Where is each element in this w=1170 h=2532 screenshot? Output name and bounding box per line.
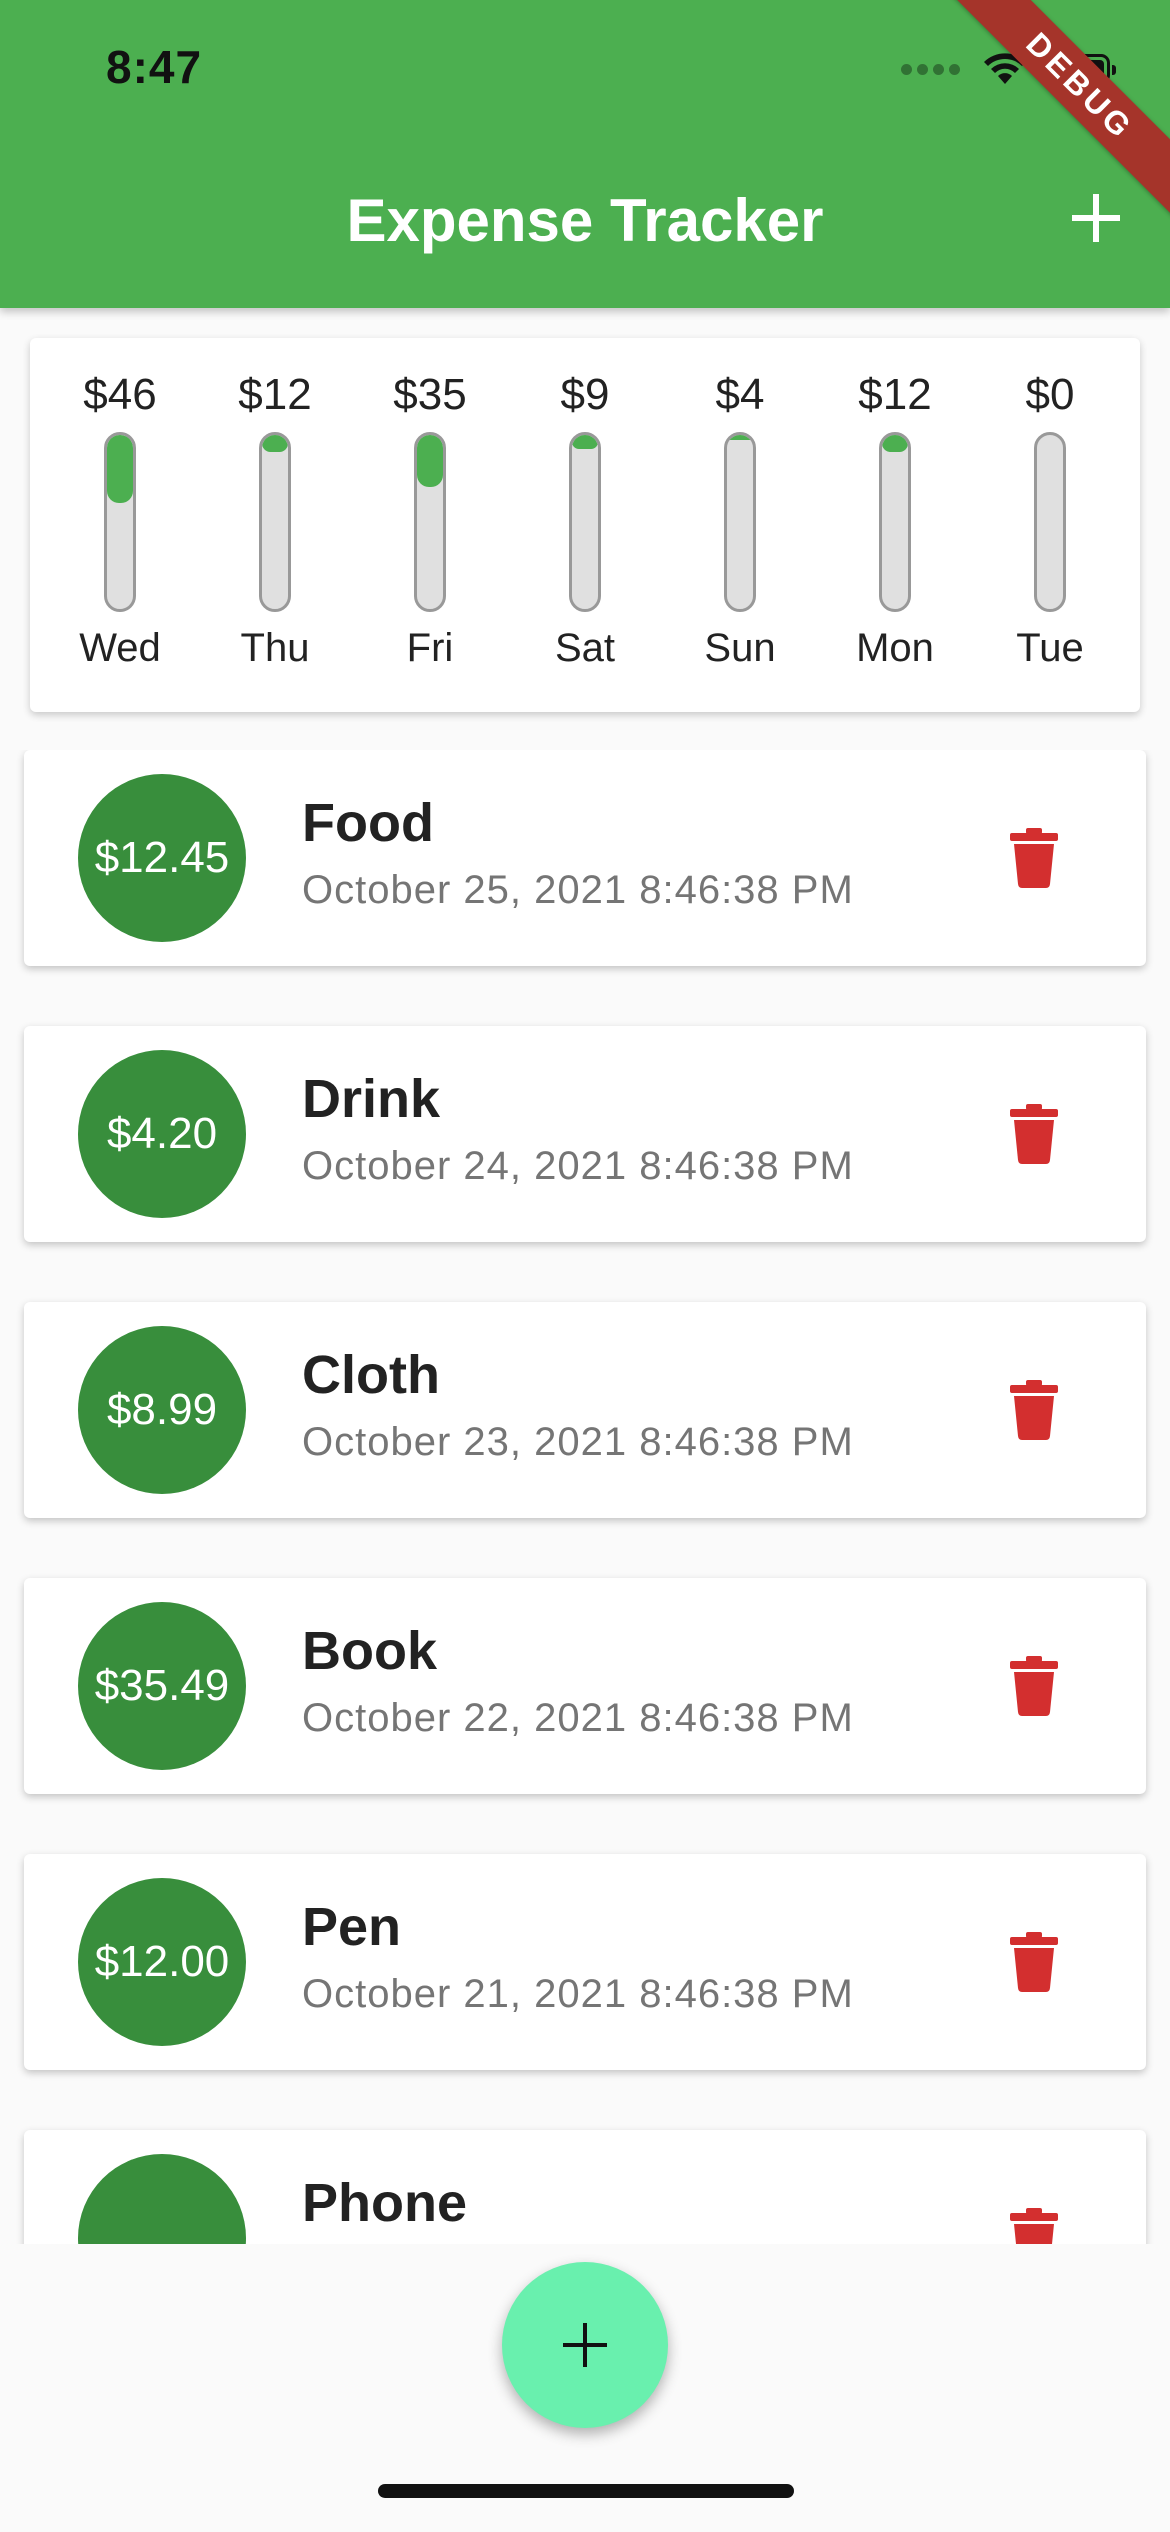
bar-amount: $4	[715, 370, 765, 419]
bar-fill	[107, 435, 133, 503]
amount-avatar: $4.20	[78, 1050, 246, 1218]
bar-track	[1034, 432, 1066, 612]
chart-bar-sun: $4 Sun	[680, 368, 800, 682]
bar-amount: $9	[560, 370, 610, 419]
amount-avatar: $12.00	[78, 1878, 246, 2046]
transaction-date: October 21, 2021 8:46:38 PM	[302, 1972, 854, 2016]
bar-day-label: Tue	[1016, 626, 1084, 670]
transaction-title: Phone	[302, 2173, 468, 2233]
delete-icon[interactable]	[1010, 1380, 1058, 1440]
transaction-list[interactable]: $12.45 Food October 25, 2021 8:46:38 PM $4.…	[0, 750, 1170, 2244]
bar-day-label: Sat	[554, 626, 616, 670]
transaction-card[interactable]: Phone	[24, 2130, 1146, 2244]
bar-track	[104, 432, 136, 612]
bar-fill	[262, 435, 288, 453]
chart-bar-fri: $35 Fri	[370, 368, 490, 682]
bar-day-label: Mon	[856, 626, 934, 670]
transaction-date: October 24, 2021 8:46:38 PM	[302, 1144, 854, 1188]
app-bar: 8:47 Expense Tracker DEBUG	[0, 0, 1170, 308]
delete-icon[interactable]	[1010, 1656, 1058, 1716]
bar-track	[724, 432, 756, 612]
bar-track	[879, 432, 911, 612]
amount-avatar	[78, 2154, 246, 2244]
amount-avatar: $8.99	[78, 1326, 246, 1494]
chart-bar-sat: $9 Sat	[525, 368, 645, 682]
bar-fill	[882, 435, 908, 453]
bar-amount: $35	[393, 370, 467, 419]
add-transaction-fab[interactable]	[502, 2262, 668, 2428]
delete-icon[interactable]	[1010, 1104, 1058, 1164]
bar-day-label: Wed	[79, 626, 161, 670]
transaction-card[interactable]: $35.49 Book October 22, 2021 8:46:38 PM	[24, 1578, 1146, 1794]
transaction-title: Food	[302, 793, 434, 853]
delete-icon[interactable]	[1010, 1932, 1058, 1992]
home-indicator	[378, 2484, 794, 2498]
transaction-date: October 22, 2021 8:46:38 PM	[302, 1696, 854, 1740]
chart-bar-mon: $12 Mon	[835, 368, 955, 682]
transaction-card[interactable]: $12.00 Pen October 21, 2021 8:46:38 PM	[24, 1854, 1146, 2070]
bar-day-label: Sun	[704, 626, 776, 670]
bar-track	[569, 432, 601, 612]
bar-day-label: Fri	[406, 626, 454, 670]
weekly-chart: $46 Wed $12 Thu $35 Fri $9 Sat $4 Sun $12 Mon $0 Tue	[30, 338, 1140, 712]
chart-bar-thu: $12 Thu	[215, 368, 335, 682]
bar-amount: $12	[238, 370, 312, 419]
amount-avatar: $12.45	[78, 774, 246, 942]
status-time: 8:47	[106, 41, 203, 93]
bar-amount: $0	[1025, 370, 1075, 419]
page-title: Expense Tracker	[346, 187, 824, 254]
bar-amount: $46	[83, 370, 157, 419]
bar-fill	[572, 435, 598, 449]
transaction-date: October 23, 2021 8:46:38 PM	[302, 1420, 854, 1464]
transaction-card[interactable]: $4.20 Drink October 24, 2021 8:46:38 PM	[24, 1026, 1146, 1242]
bar-track	[414, 432, 446, 612]
signal-dots-icon	[901, 63, 960, 75]
bar-amount: $12	[858, 370, 932, 419]
plus-icon	[563, 2323, 607, 2367]
debug-banner: DEBUG	[948, 0, 1170, 218]
amount-avatar: $35.49	[78, 1602, 246, 1770]
delete-icon[interactable]	[1010, 2208, 1058, 2244]
transaction-title: Cloth	[302, 1345, 440, 1405]
chart-bar-wed: $46 Wed	[60, 368, 180, 682]
bar-fill	[417, 435, 443, 488]
transaction-date: October 25, 2021 8:46:38 PM	[302, 868, 854, 912]
chart-bars: $46 Wed $12 Thu $35 Fri $9 Sat $4 Sun $12 Mon $0 Tue	[60, 368, 1110, 682]
transaction-title: Book	[302, 1621, 437, 1681]
bar-track	[259, 432, 291, 612]
bar-day-label: Thu	[240, 626, 310, 670]
transaction-title: Drink	[302, 1069, 441, 1129]
transaction-title: Pen	[302, 1897, 402, 1957]
delete-icon[interactable]	[1010, 828, 1058, 888]
chart-bar-tue: $0 Tue	[990, 368, 1110, 682]
transaction-card[interactable]: $12.45 Food October 25, 2021 8:46:38 PM	[24, 750, 1146, 966]
transaction-card[interactable]: $8.99 Cloth October 23, 2021 8:46:38 PM	[24, 1302, 1146, 1518]
plus-icon[interactable]	[1066, 188, 1126, 248]
bar-fill	[727, 435, 753, 441]
